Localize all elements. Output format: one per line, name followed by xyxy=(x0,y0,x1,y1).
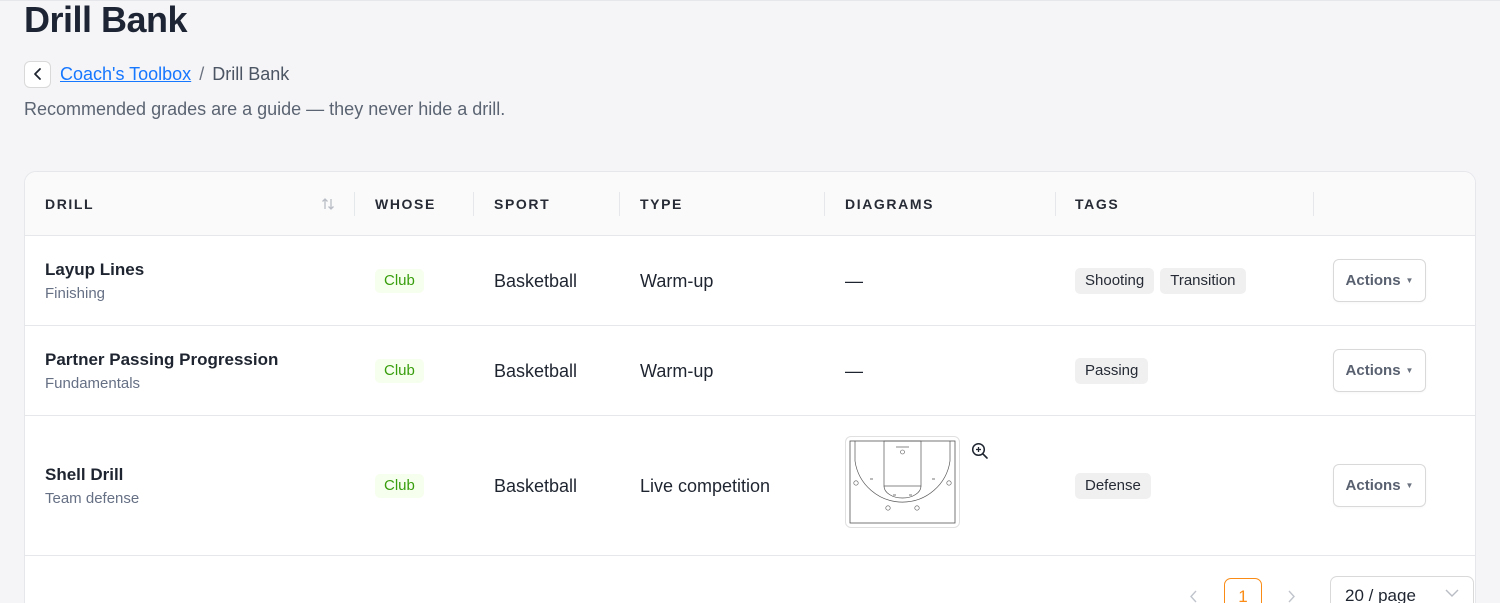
whose-badge: Club xyxy=(375,269,424,293)
tag-list: Shooting Transition xyxy=(1075,268,1246,294)
actions-label: Actions xyxy=(1345,477,1401,494)
page-subtitle: Recommended grades are a guide — they ne… xyxy=(24,99,506,119)
pagination-page-button[interactable]: 1 xyxy=(1224,578,1262,603)
drill-name[interactable]: Shell Drill xyxy=(45,464,139,486)
breadcrumb: Coach's Toolbox / Drill Bank xyxy=(24,60,289,88)
table-row: Partner Passing Progression Fundamentals… xyxy=(25,326,1475,416)
column-divider xyxy=(1055,192,1056,216)
drills-table: DRILL WHOSE SPORT TYPE DIAGRAMS TAGS Lay… xyxy=(24,171,1476,603)
sport-cell: Basketball xyxy=(494,475,578,496)
column-divider xyxy=(619,192,620,216)
column-header-whose: WHOSE xyxy=(375,196,436,212)
actions-dropdown-button[interactable]: Actions ▼ xyxy=(1333,464,1426,507)
diagram-thumbnail[interactable] xyxy=(845,436,960,528)
zoom-in-icon[interactable] xyxy=(971,442,989,460)
sort-icon[interactable] xyxy=(321,196,335,212)
type-cell: Live competition xyxy=(640,475,771,496)
drill-category: Team defense xyxy=(45,489,140,507)
tag-chip: Transition xyxy=(1160,268,1246,294)
caret-down-icon: ▼ xyxy=(1405,276,1414,285)
column-header-diagrams: DIAGRAMS xyxy=(845,196,935,212)
whose-badge: Club xyxy=(375,474,424,498)
previous-page-icon[interactable] xyxy=(1189,590,1199,603)
table-row: Layup Lines Finishing Club Basketball Wa… xyxy=(25,236,1475,326)
type-cell: Warm-up xyxy=(640,360,714,381)
next-page-icon[interactable] xyxy=(1286,590,1296,603)
sport-cell: Basketball xyxy=(494,360,578,381)
diagrams-empty: — xyxy=(845,270,863,291)
page-size-value: 20 / page xyxy=(1345,586,1416,603)
column-divider xyxy=(354,192,355,216)
breadcrumb-separator: / xyxy=(199,63,205,84)
breadcrumb-current: Drill Bank xyxy=(212,63,290,84)
type-cell: Warm-up xyxy=(640,270,714,291)
column-divider xyxy=(1313,192,1314,216)
page-title: Drill Bank xyxy=(24,0,188,40)
back-button[interactable] xyxy=(24,60,51,88)
actions-dropdown-button[interactable]: Actions ▼ xyxy=(1333,349,1426,392)
drill-category: Fundamentals xyxy=(45,374,141,392)
column-divider xyxy=(824,192,825,216)
diagrams-empty: — xyxy=(845,360,863,381)
tag-chip: Passing xyxy=(1075,358,1149,384)
column-divider xyxy=(473,192,474,216)
drill-name[interactable]: Partner Passing Progression xyxy=(45,349,278,371)
caret-down-icon: ▼ xyxy=(1405,366,1414,375)
column-header-sport: SPORT xyxy=(494,196,551,212)
basketball-court-diagram xyxy=(849,440,956,524)
breadcrumb-link-coachs-toolbox[interactable]: Coach's Toolbox xyxy=(60,64,191,85)
whose-badge: Club xyxy=(375,359,424,383)
chevron-left-icon xyxy=(33,68,41,80)
page-size-select[interactable]: 20 / page xyxy=(1330,576,1474,603)
drill-name[interactable]: Layup Lines xyxy=(45,259,144,281)
drill-category: Finishing xyxy=(45,284,106,302)
tag-list: Passing xyxy=(1075,358,1149,384)
tag-chip: Defense xyxy=(1075,473,1151,499)
column-header-type: TYPE xyxy=(640,196,683,212)
column-header-tags: TAGS xyxy=(1075,196,1120,212)
sport-cell: Basketball xyxy=(494,270,578,291)
column-header-drill[interactable]: DRILL xyxy=(45,172,94,236)
actions-dropdown-button[interactable]: Actions ▼ xyxy=(1333,259,1426,302)
actions-label: Actions xyxy=(1345,272,1401,289)
tag-list: Defense xyxy=(1075,473,1151,499)
actions-label: Actions xyxy=(1345,362,1401,379)
chevron-down-icon xyxy=(1445,589,1459,597)
tag-chip: Shooting xyxy=(1075,268,1155,294)
table-header: DRILL WHOSE SPORT TYPE DIAGRAMS TAGS xyxy=(25,172,1475,236)
caret-down-icon: ▼ xyxy=(1405,481,1414,490)
top-divider xyxy=(0,0,1500,1)
table-row: Shell Drill Team defense Club Basketball… xyxy=(25,416,1475,556)
